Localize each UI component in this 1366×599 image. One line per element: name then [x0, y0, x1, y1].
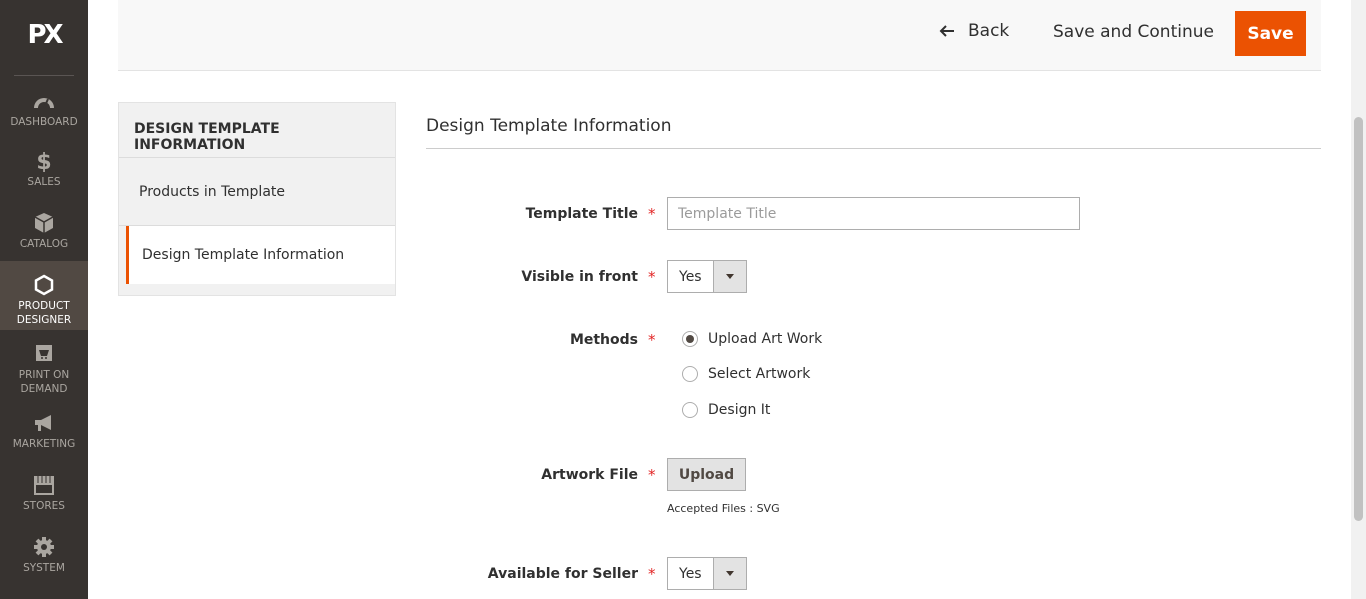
nav-label: PRODUCT DESIGNER — [16, 300, 72, 326]
required-mark: * — [648, 466, 656, 484]
cart-icon — [36, 345, 52, 361]
available-for-seller-select[interactable]: Yes — [667, 557, 747, 590]
dollar-icon: $ — [36, 150, 51, 172]
select-value: Yes — [679, 269, 702, 285]
megaphone-icon — [35, 415, 51, 431]
nav-label: MARKETING — [12, 438, 76, 450]
arrow-left-icon — [939, 25, 954, 37]
nav-label: CATALOG — [19, 238, 69, 250]
nav-item-dashboard[interactable]: DASHBOARD — [0, 90, 88, 129]
page-actions-bar: Back Save and Continue Save — [118, 0, 1321, 71]
nav-label: STORES — [23, 500, 65, 512]
radio-button[interactable] — [682, 366, 698, 382]
nav-item-stores[interactable]: STORES — [0, 474, 88, 513]
nav-item-catalog[interactable]: CATALOG — [0, 212, 88, 251]
hexagon-icon — [34, 274, 54, 296]
required-mark: * — [648, 268, 656, 286]
method-option-upload-art-work[interactable]: Upload Art Work — [682, 331, 822, 347]
tab-products-in-template[interactable]: Products in Template — [119, 159, 395, 226]
nav-label: SALES — [27, 176, 61, 188]
box-icon — [34, 213, 54, 233]
nav-label: DASHBOARD — [10, 116, 78, 128]
accepted-files-note: Accepted Files : SVG — [667, 502, 780, 515]
svg-text:$: $ — [36, 150, 51, 172]
required-mark: * — [648, 331, 656, 349]
radio-button[interactable] — [682, 402, 698, 418]
save-and-continue-button[interactable]: Save and Continue — [1053, 22, 1214, 42]
gear-icon — [34, 537, 54, 557]
back-label: Back — [968, 21, 1010, 41]
tab-design-template-information[interactable]: Design Template Information — [126, 226, 395, 284]
nav-item-system[interactable]: SYSTEM — [0, 536, 88, 575]
tabs-title: DESIGN TEMPLATE INFORMATION — [119, 103, 395, 158]
section-title: Design Template Information — [426, 116, 672, 136]
section-divider — [426, 148, 1321, 149]
method-option-label: Upload Art Work — [708, 331, 823, 347]
store-icon — [34, 476, 54, 495]
save-button[interactable]: Save — [1235, 11, 1306, 56]
nav-item-marketing[interactable]: MARKETING — [0, 412, 88, 451]
method-option-select-artwork[interactable]: Select Artwork — [682, 366, 810, 382]
nav-item-print-on-demand[interactable]: PRINT ON DEMAND — [0, 343, 88, 396]
method-option-label: Select Artwork — [708, 366, 811, 382]
back-button[interactable]: Back — [938, 21, 1009, 41]
artwork-file-label: Artwork File — [541, 467, 638, 483]
scrollbar-thumb[interactable] — [1354, 117, 1363, 521]
required-mark: * — [648, 565, 656, 583]
nav-divider — [14, 75, 74, 76]
nav-label: SYSTEM — [23, 562, 65, 574]
logo[interactable]: PX — [0, 20, 88, 50]
available-for-seller-label: Available for Seller — [487, 566, 638, 582]
template-title-label: Template Title — [525, 206, 638, 222]
template-title-input[interactable] — [667, 197, 1080, 230]
visible-in-front-select[interactable]: Yes — [667, 260, 747, 293]
upload-button[interactable]: Upload — [667, 458, 746, 491]
method-option-design-it[interactable]: Design It — [682, 402, 770, 418]
nav-label: PRINT ON DEMAND — [18, 369, 70, 395]
admin-sidebar: PX DASHBOARD $ SALES CATALOG PRODUCT DES… — [0, 0, 88, 599]
nav-item-sales[interactable]: $ SALES — [0, 150, 88, 189]
required-mark: * — [648, 205, 656, 223]
chevron-down-icon — [713, 261, 746, 292]
method-option-label: Design It — [708, 402, 771, 418]
tabs-panel: DESIGN TEMPLATE INFORMATION Products in … — [118, 102, 396, 296]
select-value: Yes — [679, 566, 702, 582]
dashboard-icon — [34, 98, 54, 109]
radio-button[interactable] — [682, 331, 698, 347]
methods-label: Methods — [569, 332, 638, 348]
chevron-down-icon — [713, 558, 746, 589]
nav-item-product-designer[interactable]: PRODUCT DESIGNER — [0, 261, 88, 330]
visible-in-front-label: Visible in front — [521, 269, 638, 285]
